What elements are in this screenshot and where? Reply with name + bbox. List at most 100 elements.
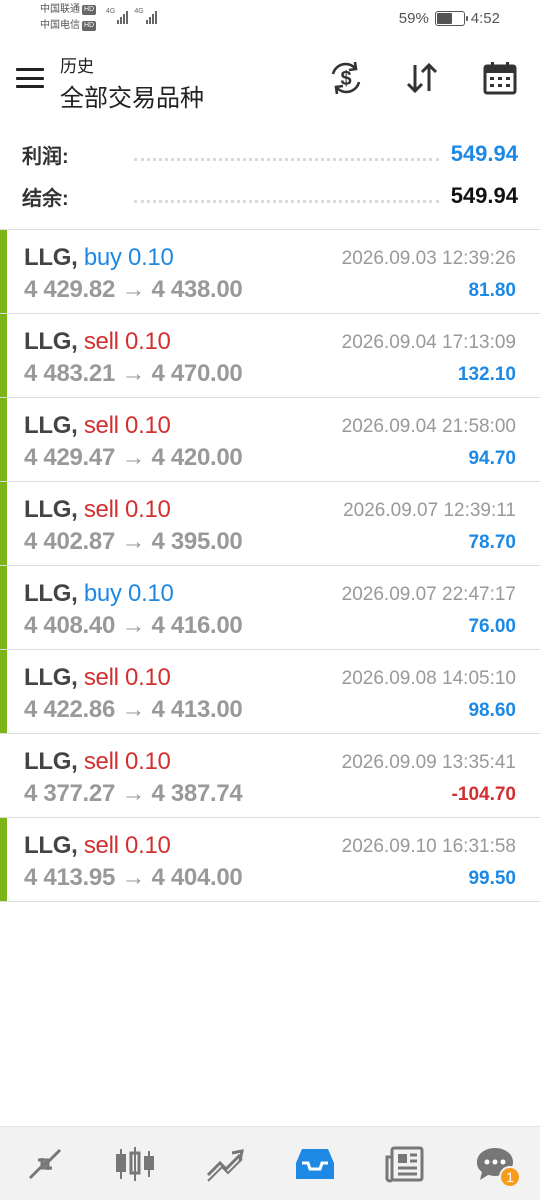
trade-title: LLG, sell 0.10 (24, 664, 171, 692)
trade-icon[interactable] (195, 1134, 255, 1194)
trade-title: LLG, buy 0.10 (24, 580, 174, 608)
trade-symbol: LLG, (24, 748, 78, 775)
clock: 4:52 (470, 10, 500, 27)
dotted-leader (134, 151, 439, 161)
profit-indicator-bar (0, 482, 7, 565)
trade-direction: buy (83, 580, 122, 607)
trade-profit: 94.70 (468, 448, 516, 469)
trade-title: LLG, buy 0.10 (24, 244, 174, 272)
trade-time: 2026.09.04 21:58:00 (341, 416, 516, 437)
trade-volume: 0.10 (125, 412, 171, 439)
trade-symbol: LLG, (24, 496, 78, 523)
trade-symbol: LLG, (24, 328, 78, 355)
trade-prices: 4 377.27 → 4 387.74 (24, 780, 243, 807)
trade-row[interactable]: LLG, sell 0.10 4 483.21 → 4 470.00 2026.09… (0, 314, 540, 398)
carrier-1-label: 中国联通 (40, 4, 80, 15)
trade-time: 2026.09.03 12:39:26 (341, 248, 516, 269)
trade-prices: 4 422.86 → 4 413.00 (24, 696, 243, 723)
carrier-1: 中国联通 HD (40, 4, 97, 16)
app-header: 历史 全部交易品种 $ (0, 40, 540, 116)
network-type: 4G (134, 8, 144, 15)
trade-profit: 78.70 (468, 532, 516, 553)
trade-list: LLG, buy 0.10 4 429.82 → 4 438.00 2026.09.… (0, 229, 540, 902)
symbol-filter-title[interactable]: 全部交易品种 (60, 78, 204, 113)
trade-prices: 4 413.95 → 4 404.00 (24, 864, 243, 891)
carrier-2-label: 中国电信 (40, 20, 80, 31)
notification-badge: 1 (499, 1165, 521, 1188)
profit-indicator-bar (0, 314, 7, 397)
trade-row[interactable]: LLG, buy 0.10 4 429.82 → 4 438.00 2026.09.… (0, 230, 540, 314)
profit-indicator-bar (0, 650, 7, 733)
calendar-icon[interactable] (480, 58, 520, 98)
exchange-dollar-icon[interactable]: $ (326, 58, 366, 98)
trade-title: LLG, sell 0.10 (24, 832, 171, 860)
profit-indicator-bar (0, 230, 7, 313)
hd-badge: HD (82, 5, 97, 15)
network-type: 4G (106, 8, 116, 15)
profit-indicator-bar (0, 398, 7, 481)
trade-row[interactable]: LLG, sell 0.10 4 429.47 → 4 420.00 2026.09… (0, 398, 540, 482)
trade-direction: buy (83, 244, 122, 271)
battery-icon (434, 11, 468, 26)
page-title: 历史 (60, 57, 94, 76)
messages-icon[interactable]: 1 (465, 1134, 525, 1194)
trade-profit: 132.10 (457, 364, 516, 385)
trade-row[interactable]: LLG, sell 0.10 4 422.86 → 4 413.00 2026.09… (0, 650, 540, 734)
trade-profit: 76.00 (468, 616, 516, 637)
chart-icon[interactable] (105, 1134, 165, 1194)
trade-prices: 4 408.40 → 4 416.00 (24, 612, 243, 639)
profit-indicator-bar (0, 566, 7, 649)
trade-symbol: LLG, (24, 244, 78, 271)
trade-profit: 81.80 (468, 280, 516, 301)
hd-badge: HD (82, 21, 97, 31)
balance-row: 结余: 549.94 (22, 176, 518, 216)
history-icon[interactable] (285, 1134, 345, 1194)
trade-prices: 4 402.87 → 4 395.00 (24, 528, 243, 555)
trade-time: 2026.09.09 13:35:41 (341, 752, 516, 773)
trade-prices: 4 483.21 → 4 470.00 (24, 360, 243, 387)
trade-direction: sell (83, 748, 119, 775)
summary-panel: 利润: 549.94 结余: 549.94 (0, 132, 540, 228)
trade-profit: 99.50 (468, 868, 516, 889)
trade-row[interactable]: LLG, sell 0.10 4 402.87 → 4 395.00 2026.09… (0, 482, 540, 566)
trade-time: 2026.09.07 22:47:17 (341, 584, 516, 605)
dotted-leader (134, 193, 439, 203)
trade-prices: 4 429.47 → 4 420.00 (24, 444, 243, 471)
trade-title: LLG, sell 0.10 (24, 496, 171, 524)
battery-percent: 59% (398, 10, 429, 27)
trade-volume: 0.10 (125, 832, 171, 859)
trade-volume: 0.10 (125, 496, 171, 523)
balance-value: 549.94 (450, 183, 518, 208)
profit-row: 利润: 549.94 (22, 134, 518, 174)
sort-icon[interactable] (402, 58, 442, 98)
profit-value: 549.94 (450, 141, 518, 166)
trade-volume: 0.10 (128, 580, 174, 607)
trade-row[interactable]: LLG, buy 0.10 4 408.40 → 4 416.00 2026.09.… (0, 566, 540, 650)
trade-volume: 0.10 (125, 328, 171, 355)
balance-label: 结余: (22, 187, 69, 210)
trade-row[interactable]: LLG, sell 0.10 4 413.95 → 4 404.00 2026.09… (0, 818, 540, 902)
signal-icon: 4G (106, 8, 129, 24)
quotes-icon[interactable] (15, 1134, 75, 1194)
menu-icon[interactable] (14, 64, 46, 92)
trade-title: LLG, sell 0.10 (24, 412, 171, 440)
trade-direction: sell (83, 496, 119, 523)
carrier-2: 中国电信 HD (40, 20, 97, 32)
trade-row[interactable]: LLG, sell 0.10 4 377.27 → 4 387.74 2026.09… (0, 734, 540, 818)
trade-title: LLG, sell 0.10 (24, 748, 171, 776)
trade-symbol: LLG, (24, 664, 78, 691)
trade-profit: 98.60 (468, 700, 516, 721)
trade-title: LLG, sell 0.10 (24, 328, 171, 356)
trade-time: 2026.09.10 16:31:58 (341, 836, 516, 857)
trade-direction: sell (83, 832, 119, 859)
trade-direction: sell (83, 328, 119, 355)
status-right: 59% 4:52 (399, 10, 500, 27)
signal-icons: 4G 4G (106, 8, 157, 24)
trade-volume: 0.10 (128, 244, 174, 271)
trade-direction: sell (83, 412, 119, 439)
trade-time: 2026.09.04 17:13:09 (341, 332, 516, 353)
news-icon[interactable] (375, 1134, 435, 1194)
profit-indicator-bar (0, 818, 7, 901)
trade-time: 2026.09.08 14:05:10 (341, 668, 516, 689)
battery-fill (436, 13, 453, 24)
